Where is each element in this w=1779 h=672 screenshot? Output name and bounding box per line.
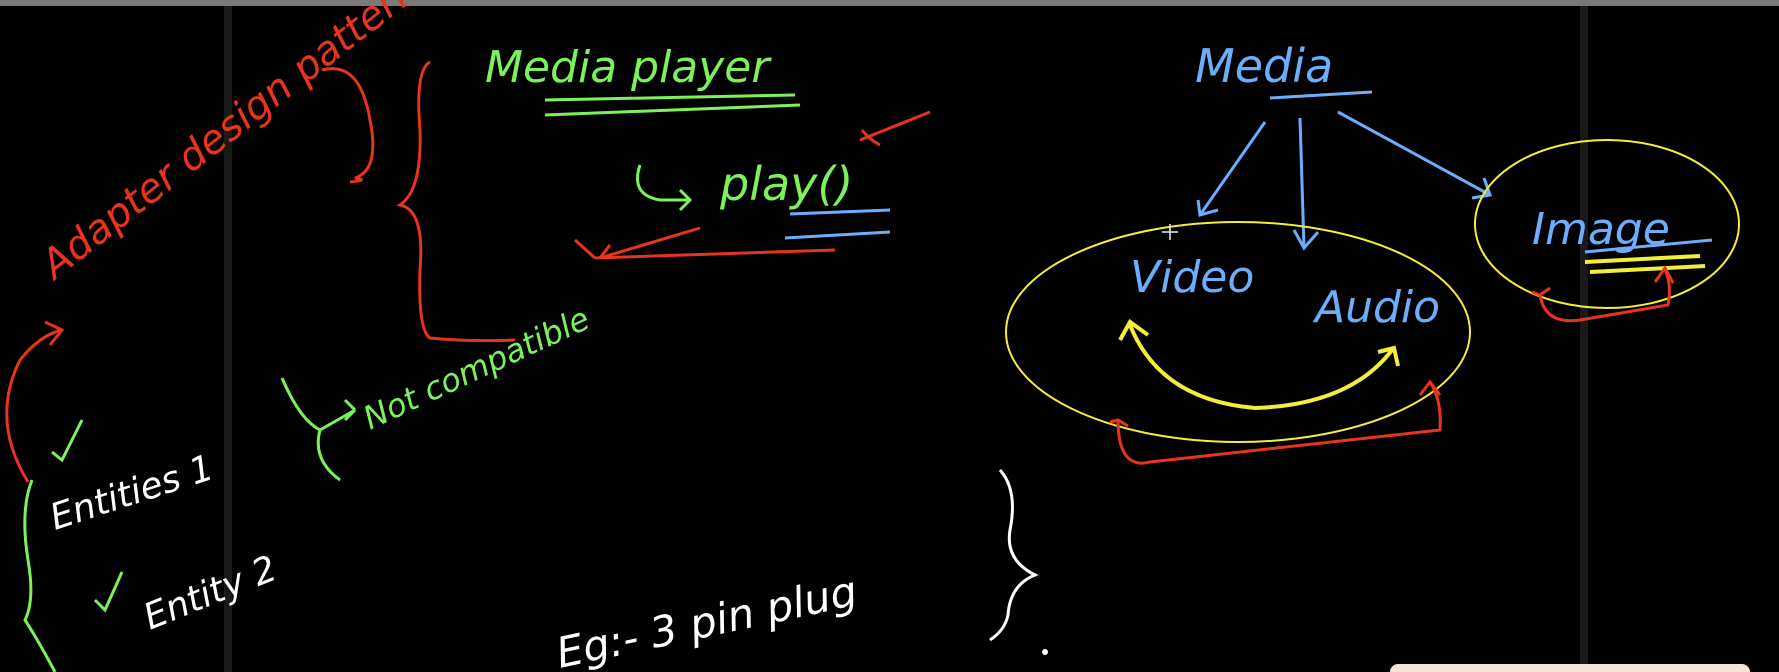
media-player-label: Media player [485,42,772,93]
drawing-layer: Adapter design pattern Entities 1 Entity… [5,0,1740,672]
red-curly-brace [396,60,516,343]
title-bracket [321,67,375,184]
bottom-toolbar-edge[interactable] [1390,664,1750,672]
white-brace [989,468,1039,642]
left-curved-arrow [5,328,63,483]
media-player-underline [544,93,801,117]
video-label: Video [1130,252,1254,303]
example-label: Eg:- 3 pin plug [552,566,861,672]
image-red-arrow [1531,265,1675,323]
not-compatible-label: Not compatible [357,299,595,437]
adapter-title-group: Adapter design pattern [30,0,427,290]
media-label: Media [1195,39,1333,93]
green-tick [51,419,84,463]
red-left-arrow [573,226,836,260]
play-hook-arrow [636,164,693,212]
play-red-mark [859,110,931,147]
adapter-title: Adapter design pattern [30,0,427,290]
image-yellow-underline [1584,254,1706,274]
arrow-to-video [1196,121,1267,217]
green-tick-two [93,571,124,613]
entity-two-label: Entity 2 [138,548,283,638]
green-bracket-arrow [280,377,357,482]
entity-one-label: Entities 1 [45,447,218,538]
arrow-to-image [1337,110,1493,200]
play-blue-underline [784,208,891,240]
play-method-label: play() [719,157,853,211]
red-video-audio-arrow [1109,379,1442,465]
audio-label: Audio [1312,282,1440,333]
white-dot [1042,649,1048,655]
yellow-double-arrow [1118,319,1400,411]
whiteboard-canvas[interactable]: Adapter design pattern Entities 1 Entity… [0,0,1779,672]
